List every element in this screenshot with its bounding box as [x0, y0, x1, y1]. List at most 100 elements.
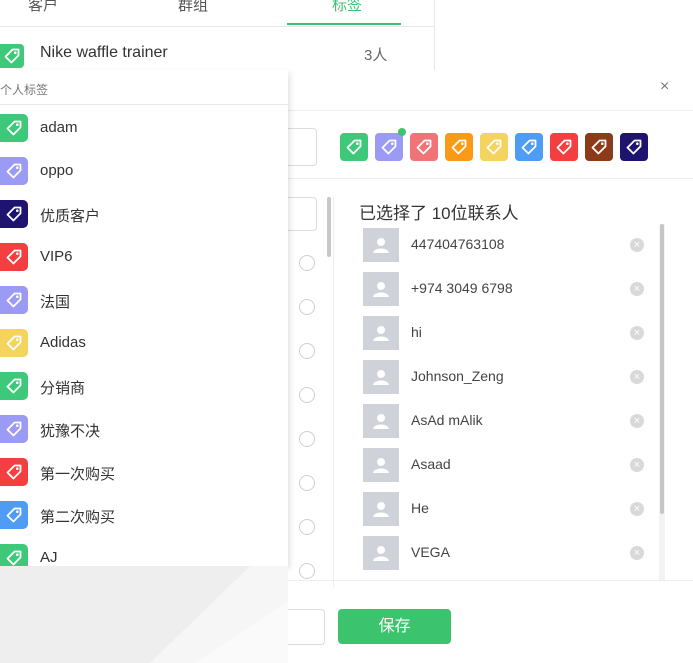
tag-list-item[interactable]: 法国 [0, 286, 288, 320]
tag-list-item[interactable]: oppo [0, 157, 288, 191]
tag-icon [0, 372, 28, 400]
remove-contact-icon[interactable]: × [630, 282, 644, 296]
tag-icon [0, 114, 28, 142]
tag-label: 犹豫不决 [40, 423, 101, 440]
color-swatch[interactable] [515, 133, 543, 161]
save-button[interactable]: 保存 [338, 609, 451, 644]
contact-checkbox[interactable] [299, 387, 315, 403]
selected-contact-row: hi × [363, 316, 663, 352]
personal-tags-popover: 个人标签 adam oppo 优质客户 VIP6 法国 Adidas 分销商犹豫不决第一次购… [0, 70, 288, 572]
tag-label: VIP6 [40, 248, 73, 265]
tag-list-item[interactable]: 优质客户 [0, 200, 288, 234]
selected-contacts-list: 447404763108 × +974 3049 6798 × hi × Johnson_Z… [363, 228, 663, 578]
tag-label: 分销商 [40, 380, 86, 397]
tag-icon [0, 44, 24, 68]
tag-list-item[interactable]: Adidas [0, 329, 288, 363]
color-swatch[interactable] [620, 133, 648, 161]
color-swatch[interactable] [375, 128, 406, 161]
close-icon[interactable]: × [660, 78, 669, 96]
tag-list-item[interactable]: VIP6 [0, 243, 288, 277]
tag-label: 第一次购买 [40, 466, 116, 483]
contact-name: He [411, 500, 429, 516]
selected-count-title: 已选择了 10位联系人 [359, 204, 519, 223]
selected-contact-row: VEGA × [363, 536, 663, 572]
contact-search-input[interactable] [288, 197, 317, 231]
contact-name: Asaad [411, 456, 451, 472]
tag-list-item[interactable]: 犹豫不决 [0, 415, 288, 449]
contact-checkbox[interactable] [299, 475, 315, 491]
avatar [363, 316, 399, 350]
selected-contact-row: 447404763108 × [363, 228, 663, 264]
tag-name-input[interactable] [288, 128, 317, 166]
tag-icon [0, 243, 28, 271]
selected-contact-row: Johnson_Zeng × [363, 360, 663, 396]
selected-contact-row: +974 3049 6798 × [363, 272, 663, 308]
remove-contact-icon[interactable]: × [630, 502, 644, 516]
tag-icon [0, 157, 28, 185]
avatar [363, 360, 399, 394]
color-swatch[interactable] [480, 133, 508, 161]
popover-header: 个人标签 [0, 83, 49, 97]
divider [333, 197, 334, 587]
tag-label: 第二次购买 [40, 509, 116, 526]
divider [288, 110, 693, 111]
tag-label: oppo [40, 162, 74, 179]
contact-name: hi [411, 324, 422, 340]
avatar [363, 404, 399, 438]
cancel-button[interactable] [288, 609, 325, 645]
selected-indicator [398, 128, 406, 136]
backdrop [0, 566, 288, 663]
tab-groups[interactable]: 群组 [178, 0, 208, 15]
remove-contact-icon[interactable]: × [630, 370, 644, 384]
divider [288, 580, 693, 581]
tag-icon [0, 501, 28, 529]
color-swatch[interactable] [445, 133, 473, 161]
tag-icon [0, 415, 28, 443]
color-swatch[interactable] [550, 133, 578, 161]
tag-label: Adidas [40, 334, 86, 351]
tag-label: 优质客户 [40, 208, 101, 225]
contact-name: AsAd mAlik [411, 412, 483, 428]
tag-icon [0, 286, 28, 314]
tab-tags[interactable]: 标签 [332, 0, 362, 15]
contact-name: +974 3049 6798 [411, 280, 513, 296]
tag-label: 法国 [40, 294, 71, 311]
contact-checkbox[interactable] [299, 299, 315, 315]
contact-name: Johnson_Zeng [411, 368, 504, 384]
color-swatch[interactable] [585, 133, 613, 161]
tag-list-item[interactable]: 第一次购买 [0, 458, 288, 492]
avatar [363, 272, 399, 306]
tag-list-item[interactable]: 分销商 [0, 372, 288, 406]
avatar [363, 448, 399, 482]
tag-list-item[interactable]: adam [0, 114, 288, 148]
selected-contact-row: AsAd mAlik × [363, 404, 663, 440]
tag-icon [0, 458, 28, 486]
color-swatch[interactable] [410, 133, 438, 161]
selected-contact-row: Asaad × [363, 448, 663, 484]
remove-contact-icon[interactable]: × [630, 458, 644, 472]
contact-checkbox[interactable] [299, 255, 315, 271]
tag-label: Nike waffle trainer [40, 44, 168, 61]
remove-contact-icon[interactable]: × [630, 238, 644, 252]
tag-label: AJ [40, 549, 58, 566]
contact-name: VEGA [411, 544, 450, 560]
remove-contact-icon[interactable]: × [630, 546, 644, 560]
remove-contact-icon[interactable]: × [630, 326, 644, 340]
tab-bar: 客户 群组 标签 [0, 0, 434, 27]
avatar [363, 536, 399, 570]
avatar [363, 492, 399, 526]
tag-member-count: 3人 [364, 47, 388, 64]
contact-checkbox[interactable] [299, 563, 315, 579]
contact-checkbox[interactable] [299, 431, 315, 447]
contact-checkbox[interactable] [299, 343, 315, 359]
contact-checkbox[interactable] [299, 519, 315, 535]
avatar [363, 228, 399, 262]
tag-row-nike[interactable]: Nike waffle trainer 3人 [0, 38, 400, 68]
tab-customers[interactable]: 客户 [28, 0, 58, 15]
remove-contact-icon[interactable]: × [630, 414, 644, 428]
tag-icon [0, 200, 28, 228]
color-swatch[interactable] [340, 133, 368, 161]
scrollbar[interactable] [327, 197, 331, 257]
tag-list-item[interactable]: 第二次购买 [0, 501, 288, 535]
tag-contacts-dialog: × 已选择了 10位联系人 447404763108 × +974 3049 679… [288, 70, 693, 663]
